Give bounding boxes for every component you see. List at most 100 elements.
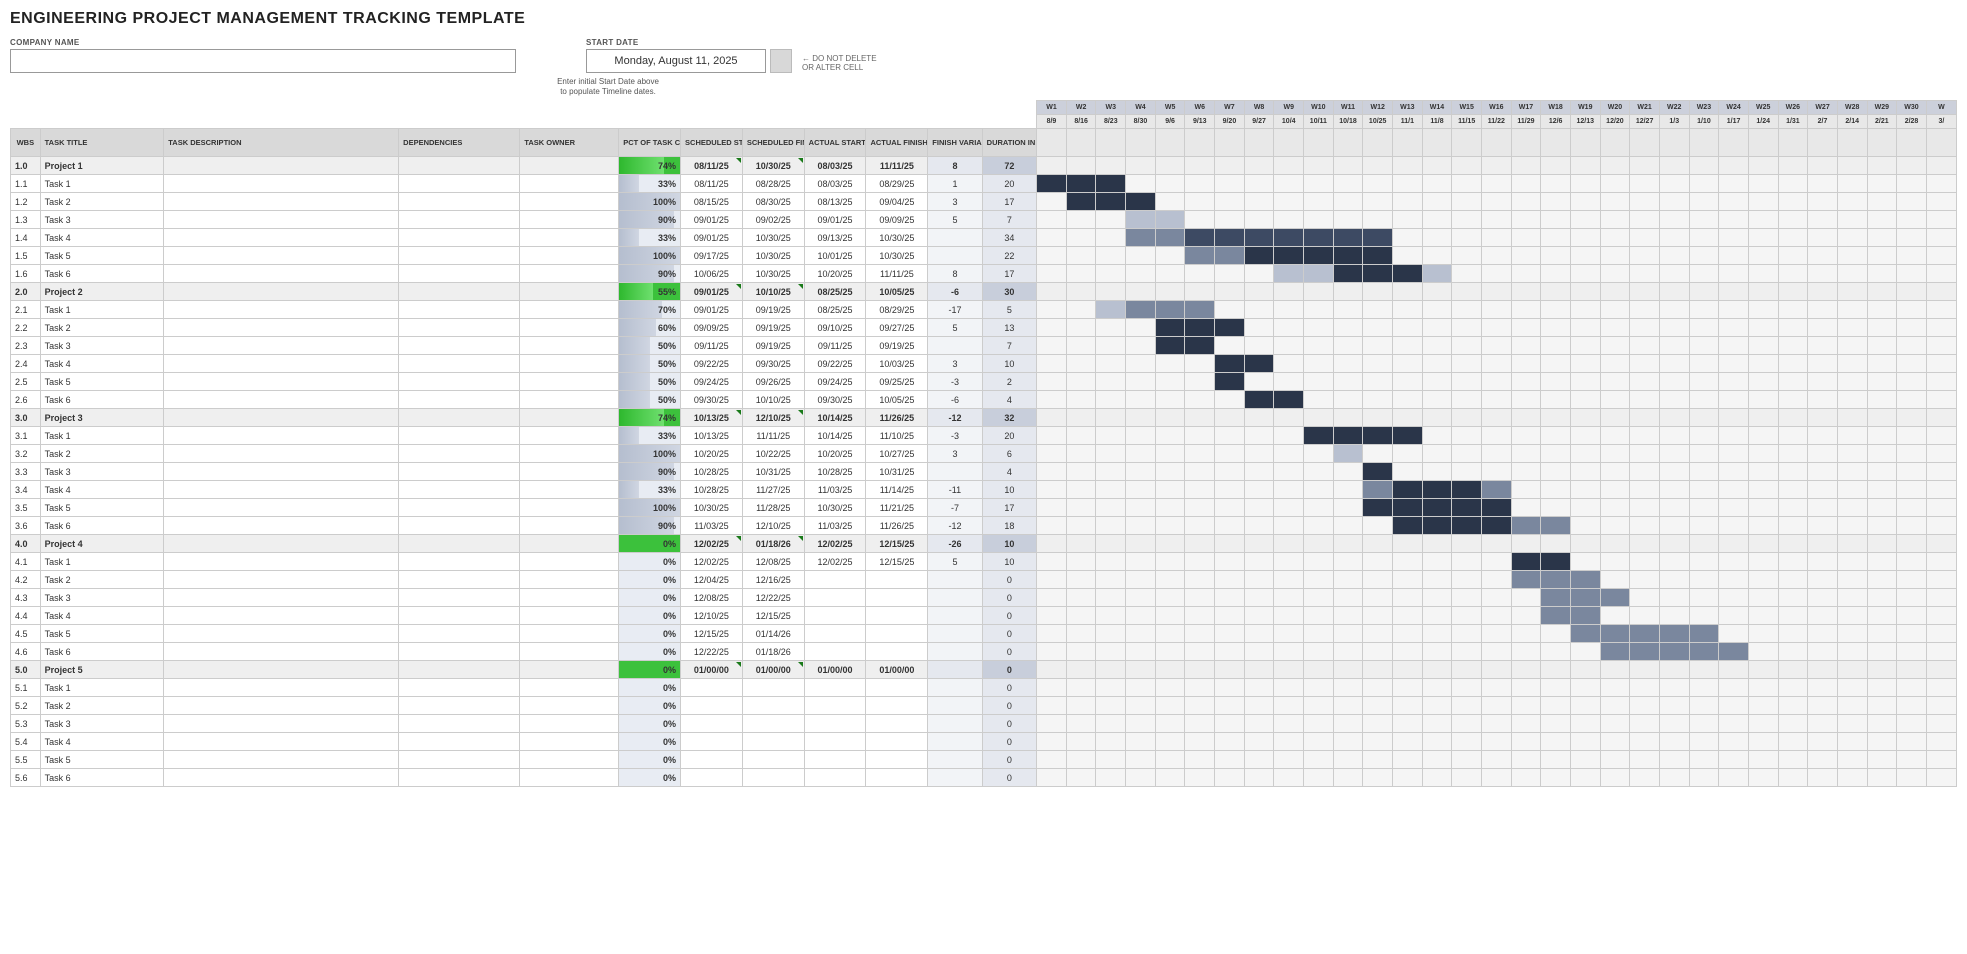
cell-actual-finish[interactable]: 10/05/25 [866, 283, 928, 301]
cell-title[interactable]: Task 6 [40, 391, 164, 409]
cell-actual-finish[interactable]: 09/27/25 [866, 319, 928, 337]
task-row[interactable]: 5.4Task 40%0 [11, 733, 1957, 751]
cell-actual-finish[interactable]: 11/21/25 [866, 499, 928, 517]
cell-sched-finish[interactable] [742, 733, 804, 751]
cell-desc[interactable] [164, 535, 399, 553]
cell-variance[interactable] [928, 589, 982, 607]
cell-owner[interactable] [520, 463, 619, 481]
cell-duration[interactable]: 0 [982, 715, 1036, 733]
cell-actual-start[interactable] [804, 769, 866, 787]
cell-variance[interactable] [928, 607, 982, 625]
cell-actual-start[interactable]: 10/14/25 [804, 427, 866, 445]
cell-sched-start[interactable]: 09/01/25 [681, 211, 743, 229]
cell-duration[interactable]: 0 [982, 697, 1036, 715]
cell-title[interactable]: Task 4 [40, 607, 164, 625]
cell-owner[interactable] [520, 265, 619, 283]
cell-variance[interactable] [928, 229, 982, 247]
cell-actual-finish[interactable]: 09/25/25 [866, 373, 928, 391]
cell-wbs[interactable]: 3.2 [11, 445, 41, 463]
cell-owner[interactable] [520, 553, 619, 571]
cell-owner[interactable] [520, 355, 619, 373]
cell-desc[interactable] [164, 319, 399, 337]
cell-actual-start[interactable] [804, 697, 866, 715]
cell-pct[interactable]: 100% [619, 193, 681, 211]
cell-title[interactable]: Task 5 [40, 247, 164, 265]
cell-title[interactable]: Project 4 [40, 535, 164, 553]
cell-dep[interactable] [399, 193, 520, 211]
cell-dep[interactable] [399, 301, 520, 319]
task-row[interactable]: 3.3Task 390%10/28/2510/31/2510/28/2510/3… [11, 463, 1957, 481]
cell-pct[interactable]: 0% [619, 553, 681, 571]
cell-pct[interactable]: 100% [619, 247, 681, 265]
cell-variance[interactable]: -12 [928, 517, 982, 535]
cell-actual-finish[interactable]: 10/30/25 [866, 247, 928, 265]
cell-variance[interactable]: 5 [928, 553, 982, 571]
cell-sched-start[interactable]: 09/11/25 [681, 337, 743, 355]
cell-desc[interactable] [164, 679, 399, 697]
cell-variance[interactable] [928, 769, 982, 787]
cell-variance[interactable] [928, 571, 982, 589]
cell-pct[interactable]: 90% [619, 517, 681, 535]
cell-actual-start[interactable] [804, 679, 866, 697]
cell-dep[interactable] [399, 571, 520, 589]
cell-sched-finish[interactable]: 09/19/25 [742, 337, 804, 355]
cell-desc[interactable] [164, 301, 399, 319]
cell-duration[interactable]: 72 [982, 157, 1036, 175]
cell-wbs[interactable]: 2.0 [11, 283, 41, 301]
cell-wbs[interactable]: 1.1 [11, 175, 41, 193]
cell-title[interactable]: Task 2 [40, 193, 164, 211]
cell-sched-finish[interactable]: 11/11/25 [742, 427, 804, 445]
cell-actual-finish[interactable] [866, 607, 928, 625]
cell-desc[interactable] [164, 355, 399, 373]
cell-dep[interactable] [399, 211, 520, 229]
cell-actual-start[interactable]: 08/03/25 [804, 175, 866, 193]
cell-sched-finish[interactable]: 01/18/26 [742, 643, 804, 661]
cell-desc[interactable] [164, 157, 399, 175]
cell-actual-start[interactable] [804, 589, 866, 607]
cell-owner[interactable] [520, 643, 619, 661]
cell-actual-finish[interactable]: 10/30/25 [866, 229, 928, 247]
cell-pct[interactable]: 33% [619, 175, 681, 193]
cell-sched-start[interactable]: 10/20/25 [681, 445, 743, 463]
cell-actual-finish[interactable]: 10/27/25 [866, 445, 928, 463]
cell-actual-finish[interactable] [866, 697, 928, 715]
cell-sched-start[interactable]: 12/02/25 [681, 535, 743, 553]
cell-sched-start[interactable]: 10/13/25 [681, 427, 743, 445]
cell-actual-start[interactable] [804, 643, 866, 661]
cell-pct[interactable]: 100% [619, 445, 681, 463]
project-row[interactable]: 2.0Project 255%09/01/2510/10/2508/25/251… [11, 283, 1957, 301]
cell-sched-start[interactable]: 10/30/25 [681, 499, 743, 517]
cell-dep[interactable] [399, 661, 520, 679]
cell-variance[interactable]: 8 [928, 265, 982, 283]
cell-duration[interactable]: 20 [982, 175, 1036, 193]
cell-title[interactable]: Project 1 [40, 157, 164, 175]
cell-title[interactable]: Task 1 [40, 301, 164, 319]
cell-actual-finish[interactable]: 11/11/25 [866, 157, 928, 175]
cell-title[interactable]: Task 6 [40, 643, 164, 661]
cell-wbs[interactable]: 3.5 [11, 499, 41, 517]
cell-title[interactable]: Task 1 [40, 427, 164, 445]
cell-actual-finish[interactable] [866, 625, 928, 643]
cell-duration[interactable]: 13 [982, 319, 1036, 337]
cell-desc[interactable] [164, 445, 399, 463]
cell-sched-finish[interactable]: 10/10/25 [742, 283, 804, 301]
cell-variance[interactable] [928, 337, 982, 355]
cell-dep[interactable] [399, 751, 520, 769]
cell-actual-finish[interactable]: 10/05/25 [866, 391, 928, 409]
cell-duration[interactable]: 0 [982, 751, 1036, 769]
cell-sched-finish[interactable]: 08/30/25 [742, 193, 804, 211]
cell-desc[interactable] [164, 391, 399, 409]
cell-duration[interactable]: 4 [982, 391, 1036, 409]
task-row[interactable]: 2.3Task 350%09/11/2509/19/2509/11/2509/1… [11, 337, 1957, 355]
cell-actual-start[interactable]: 09/13/25 [804, 229, 866, 247]
cell-pct[interactable]: 0% [619, 733, 681, 751]
cell-duration[interactable]: 0 [982, 625, 1036, 643]
cell-duration[interactable]: 10 [982, 355, 1036, 373]
task-row[interactable]: 2.5Task 550%09/24/2509/26/2509/24/2509/2… [11, 373, 1957, 391]
cell-sched-start[interactable]: 09/17/25 [681, 247, 743, 265]
cell-actual-start[interactable]: 10/14/25 [804, 409, 866, 427]
cell-pct[interactable]: 90% [619, 463, 681, 481]
cell-variance[interactable] [928, 679, 982, 697]
cell-variance[interactable] [928, 463, 982, 481]
cell-dep[interactable] [399, 337, 520, 355]
